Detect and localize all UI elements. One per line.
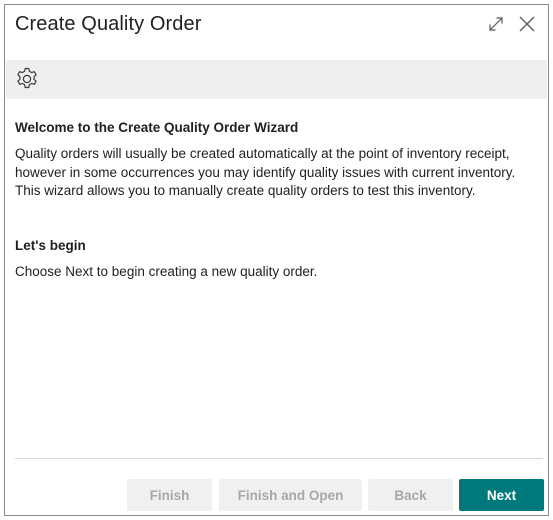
- begin-section: Let's begin Choose Next to begin creatin…: [15, 237, 540, 282]
- gear-icon: [17, 67, 37, 89]
- begin-heading: Let's begin: [15, 238, 86, 253]
- finish-button[interactable]: Finish: [127, 479, 212, 511]
- close-button[interactable]: [514, 11, 540, 37]
- footer-divider: [15, 458, 543, 459]
- close-icon: [519, 16, 535, 32]
- wizard-step-bar: [6, 60, 547, 99]
- begin-text: Choose Next to begin creating a new qual…: [15, 264, 318, 279]
- dialog-title: Create Quality Order: [15, 13, 202, 35]
- expand-icon: [489, 17, 503, 31]
- back-button[interactable]: Back: [368, 479, 453, 511]
- welcome-heading: Welcome to the Create Quality Order Wiza…: [15, 120, 299, 135]
- welcome-section: Welcome to the Create Quality Order Wiza…: [15, 119, 540, 201]
- next-button[interactable]: Next: [459, 479, 544, 511]
- finish-and-open-button[interactable]: Finish and Open: [219, 479, 362, 511]
- create-quality-order-dialog: Create Quality Order Welcome to the Crea…: [4, 4, 549, 516]
- welcome-text: Quality orders will usually be created a…: [15, 146, 516, 198]
- expand-button[interactable]: [483, 11, 509, 37]
